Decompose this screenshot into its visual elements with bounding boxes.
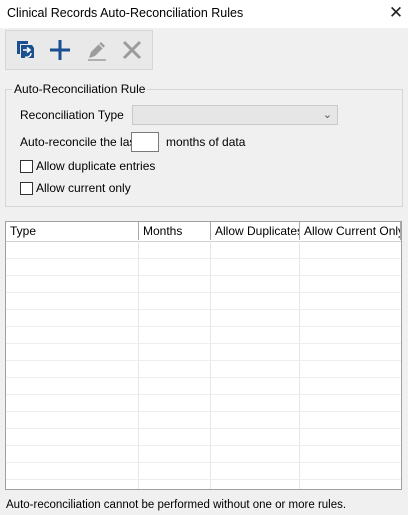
row-gridline	[6, 258, 401, 259]
status-message: Auto-reconciliation cannot be performed …	[6, 499, 347, 511]
column-header-allow-current-only[interactable]: Allow Current Only	[300, 222, 401, 240]
row-gridline	[6, 292, 401, 293]
table-header: Type Months Allow Duplicates Allow Curre…	[6, 222, 401, 242]
row-gridline	[6, 360, 401, 361]
auto-reconciliation-rule-group: Auto-Reconciliation Rule Reconciliation …	[5, 82, 403, 207]
group-title: Auto-Reconciliation Rule	[12, 82, 148, 96]
chevron-down-icon: ⌄	[322, 109, 332, 121]
column-header-type[interactable]: Type	[6, 222, 139, 240]
column-header-months[interactable]: Months	[139, 222, 211, 240]
allow-current-checkbox[interactable]	[20, 182, 33, 195]
column-divider	[210, 241, 211, 489]
delete-rule-button[interactable]	[117, 35, 147, 65]
allow-duplicates-label: Allow duplicate entries	[36, 159, 156, 173]
row-gridline	[6, 275, 401, 276]
months-input[interactable]	[131, 132, 159, 152]
allow-duplicates-checkbox[interactable]	[20, 160, 33, 173]
import-rules-button[interactable]	[10, 35, 40, 65]
row-gridline	[6, 326, 401, 327]
rules-table[interactable]: Type Months Allow Duplicates Allow Curre…	[5, 221, 402, 490]
add-icon	[50, 40, 70, 60]
row-gridline	[6, 309, 401, 310]
reconciliation-type-select[interactable]: ⌄	[132, 105, 338, 125]
toolbar	[5, 30, 153, 70]
column-divider	[138, 241, 139, 489]
column-header-allow-duplicates[interactable]: Allow Duplicates	[211, 222, 300, 240]
add-rule-button[interactable]	[45, 35, 75, 65]
row-gridline	[6, 428, 401, 429]
row-gridline	[6, 377, 401, 378]
title-bar: Clinical Records Auto-Reconciliation Rul…	[0, 0, 408, 28]
row-gridline	[6, 411, 401, 412]
column-divider	[299, 241, 300, 489]
row-gridline	[6, 343, 401, 344]
row-gridline	[6, 462, 401, 463]
window-title: Clinical Records Auto-Reconciliation Rul…	[7, 6, 244, 20]
edit-icon	[88, 42, 106, 61]
reconciliation-type-label: Reconciliation Type	[20, 108, 124, 122]
allow-current-label: Allow current only	[36, 181, 131, 195]
row-gridline	[6, 445, 401, 446]
row-gridline	[6, 394, 401, 395]
auto-reconcile-label: Auto-reconcile the last	[20, 135, 139, 149]
row-gridline	[6, 479, 401, 480]
delete-icon	[122, 40, 142, 60]
close-icon[interactable]: ✕	[384, 2, 408, 24]
months-suffix-label: months of data	[166, 135, 246, 149]
import-rules-icon	[17, 41, 34, 58]
edit-rule-button[interactable]	[82, 35, 112, 65]
